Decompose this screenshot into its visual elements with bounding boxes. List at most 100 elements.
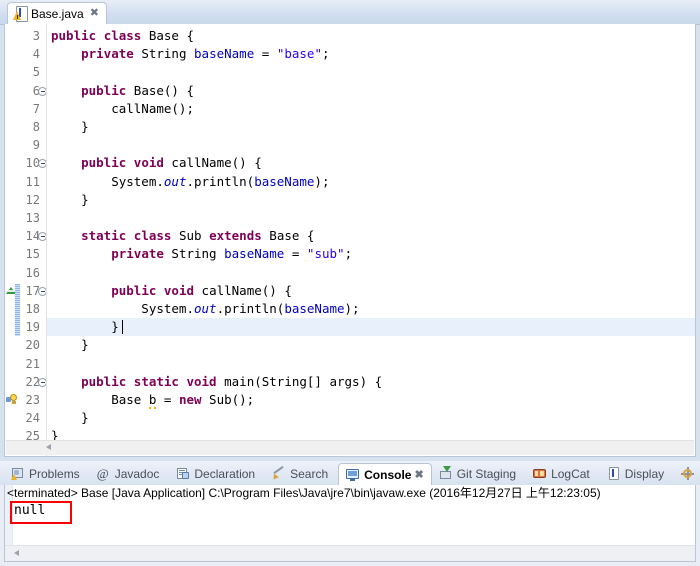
line-number: 3 [32, 29, 40, 43]
quickfix-warning-icon[interactable] [6, 393, 20, 407]
code-line[interactable]: System.out.println(baseName); [51, 300, 359, 318]
code-token: baseName [284, 301, 345, 316]
java-file-warning-icon [13, 6, 28, 22]
code-token: "base" [276, 46, 322, 62]
code-token: public [81, 82, 127, 98]
bottom-tab-console[interactable]: Console ✖ [338, 463, 432, 485]
line-number: 18 [25, 302, 40, 316]
declaration-icon [176, 467, 190, 481]
code-token: private [81, 46, 134, 62]
code-token: callName(); [51, 100, 194, 116]
code-line[interactable]: } [51, 409, 89, 427]
code-line[interactable]: } [51, 118, 89, 136]
code-token: Base { [141, 28, 195, 43]
code-token: = [156, 392, 179, 407]
code-line[interactable]: public void callName() { [51, 282, 292, 300]
code-token: baseName [254, 173, 315, 189]
code-token: .println( [216, 301, 285, 316]
code-line[interactable]: private String baseName = "base"; [51, 45, 329, 63]
editor-tab-base-java[interactable]: Base.java ✖ [7, 2, 107, 24]
bottom-tab-debug[interactable]: Debug [674, 463, 700, 485]
code-token: main(String[] args) { [216, 373, 383, 389]
annotation-red-rectangle [10, 501, 72, 524]
code-line[interactable]: } [51, 191, 89, 209]
eclipse-window: Base.java ✖ 3 4 5 6 7 8 9 10 11 12 13 14 15 16 17 18 19 2… [0, 0, 700, 566]
code-token: "sub" [306, 246, 345, 262]
code-text-area[interactable]: public class Base { private String baseN… [47, 24, 695, 456]
editor-gutter[interactable]: 3 4 5 6 7 8 9 10 11 12 13 14 15 16 17 18 19 20 21 22 23 24 25 [5, 24, 47, 456]
code-token: void [133, 155, 164, 171]
bottom-tab-display[interactable]: Display [600, 463, 674, 485]
code-line[interactable]: Base b = new Sub(); [51, 391, 254, 409]
code-line[interactable]: public class Base { [51, 27, 194, 45]
code-token: System. [51, 301, 194, 316]
code-line[interactable]: public Base() { [51, 82, 194, 100]
code-line[interactable]: static class Sub extends Base { [51, 227, 314, 245]
code-line[interactable]: public static void main(String[] args) { [51, 373, 382, 391]
close-icon[interactable]: ✖ [414, 468, 423, 481]
editor-horizontal-scrollbar[interactable] [6, 440, 694, 455]
code-token: System. [51, 173, 164, 189]
console-view[interactable]: <terminated> Base [Java Application] C:\… [4, 485, 696, 562]
console-horizontal-scrollbar[interactable] [5, 545, 695, 561]
git-staging-icon [439, 466, 453, 481]
code-line[interactable]: } [51, 336, 89, 354]
code-token: void [186, 373, 217, 389]
bottom-tab-problems[interactable]: Problems [4, 463, 90, 485]
code-token: void [163, 282, 195, 298]
code-token: public [51, 28, 97, 43]
code-token: } [51, 319, 119, 335]
bottom-tab-label: Git Staging [456, 467, 517, 481]
code-line[interactable]: private String baseName = "sub"; [51, 245, 352, 263]
line-number: 15 [25, 247, 40, 262]
console-status-line: <terminated> Base [Java Application] C:\… [7, 486, 601, 500]
code-token: public [81, 155, 127, 171]
current-line-highlight [47, 318, 695, 337]
bottom-tab-label: Console [364, 467, 412, 482]
bottom-tab-javadoc[interactable]: @ Javadoc [90, 463, 170, 485]
bottom-tab-declaration[interactable]: Declaration [169, 463, 265, 485]
code-token: .println( [186, 173, 255, 189]
close-icon[interactable]: ✖ [90, 8, 99, 19]
code-token: public [81, 373, 127, 389]
problems-icon [11, 467, 25, 481]
at-sign-icon: @ [96, 466, 109, 481]
code-token: Base() { [126, 82, 194, 98]
code-line[interactable]: System.out.println(baseName); [51, 173, 329, 191]
code-token: } [51, 191, 89, 207]
code-token: static [133, 373, 179, 389]
code-token: = [254, 46, 277, 62]
line-number: 13 [25, 211, 40, 225]
code-line[interactable]: } [51, 318, 119, 336]
bottom-tab-search[interactable]: Search [265, 463, 338, 485]
line-number: 21 [25, 356, 40, 371]
debug-icon [681, 467, 695, 481]
scroll-left-icon[interactable] [46, 444, 51, 450]
line-number: 11 [25, 174, 40, 189]
bottom-tab-logcat[interactable]: LogCat [526, 463, 600, 485]
code-token: Base [51, 392, 149, 407]
text-caret [122, 320, 123, 335]
editor-tab-bar: Base.java ✖ [0, 0, 700, 25]
code-token: Sub [171, 228, 210, 244]
bottom-view-part: Problems @ Javadoc Declaration Search Console… [0, 461, 700, 566]
line-number: 24 [25, 411, 40, 426]
scroll-left-icon[interactable] [14, 550, 19, 556]
editor-text-frame[interactable]: 3 4 5 6 7 8 9 10 11 12 13 14 15 16 17 18 19 20 21 22 23 24 25 … [4, 24, 696, 457]
bottom-tab-git-staging[interactable]: Git Staging [432, 463, 526, 485]
code-line[interactable]: public void callName() { [51, 154, 262, 172]
code-token: extends [209, 228, 262, 244]
line-number: 4 [32, 47, 40, 62]
code-line[interactable]: callName(); [51, 100, 194, 118]
code-token: } [51, 337, 89, 353]
code-token: private [111, 246, 164, 262]
code-token: = [284, 246, 307, 262]
